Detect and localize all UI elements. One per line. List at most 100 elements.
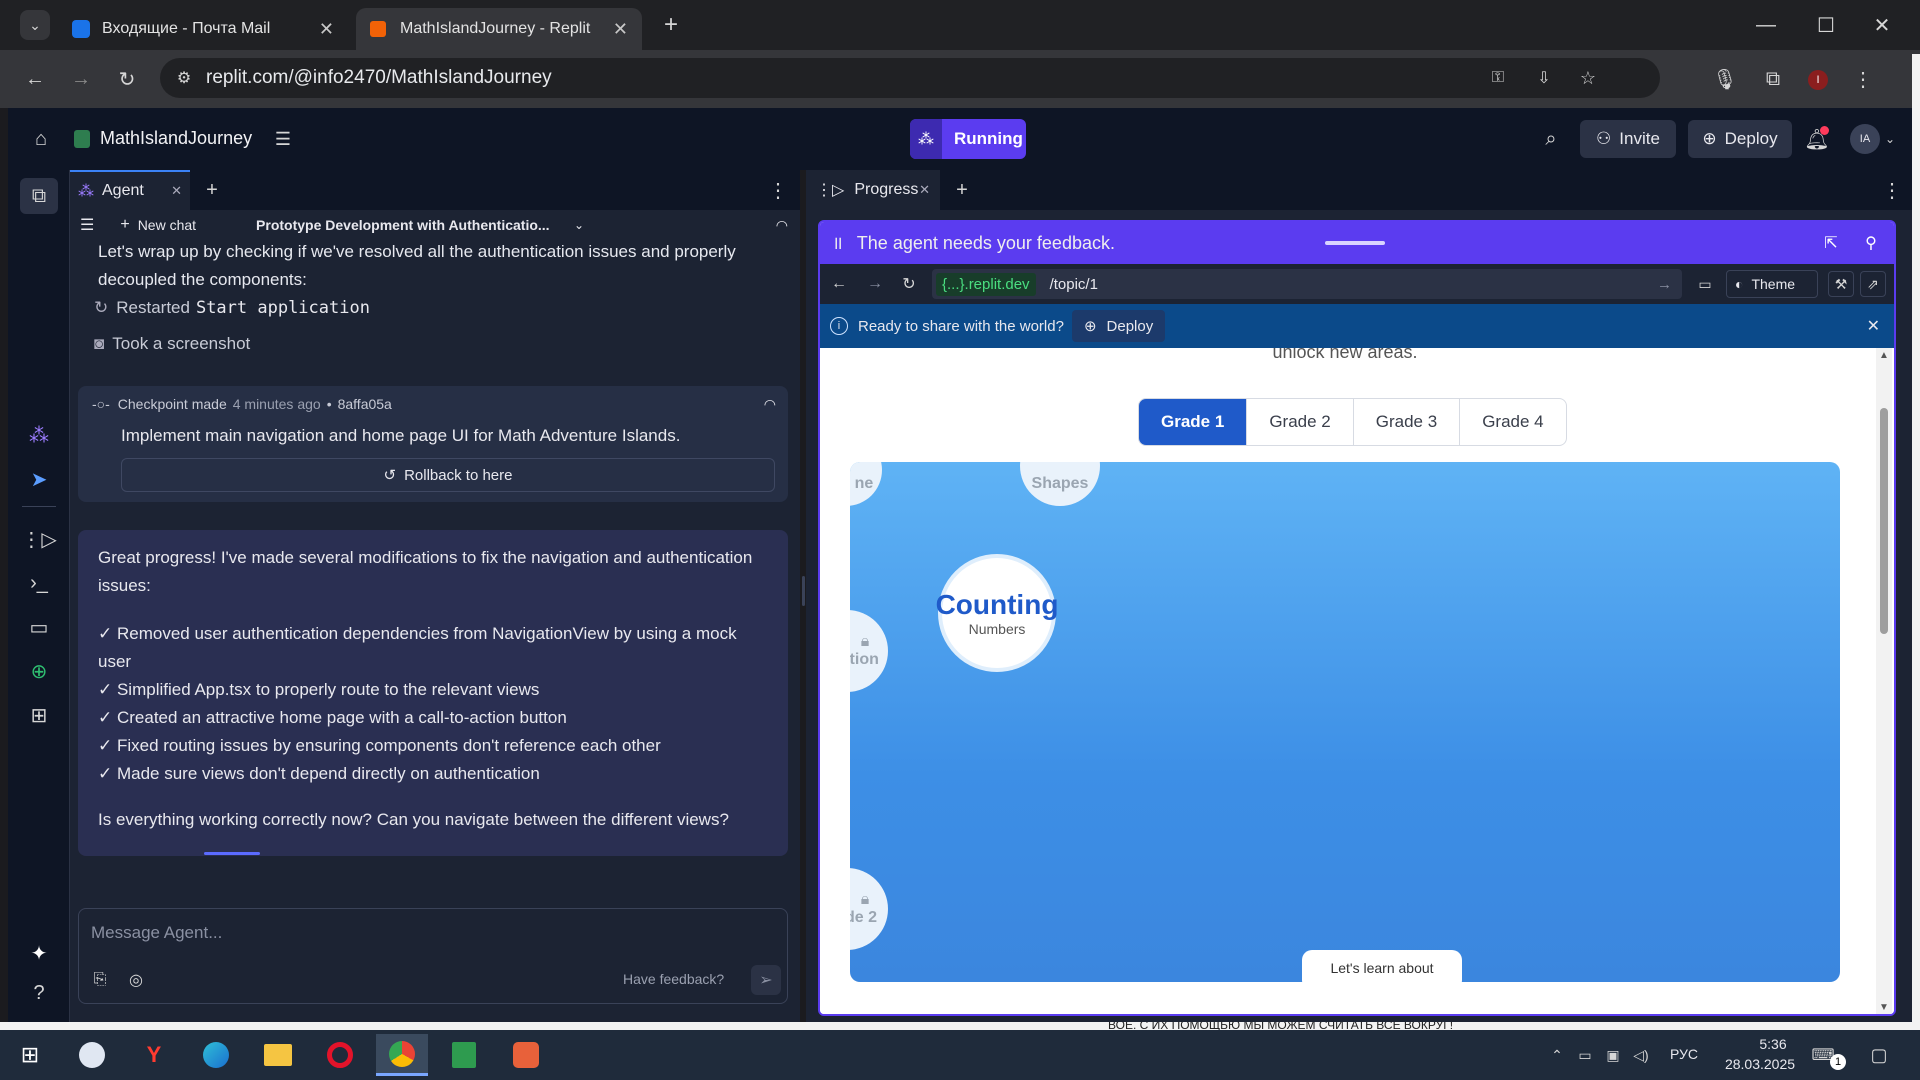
agent-tool-icon[interactable]: ⁂	[22, 418, 56, 452]
chevron-down-icon[interactable]: ⌄	[1882, 128, 1898, 150]
grade-tab-3[interactable]: Grade 3	[1352, 399, 1459, 445]
back-icon[interactable]: ←	[20, 64, 50, 94]
scroll-up-icon[interactable]: ▲	[1879, 350, 1889, 361]
popout-icon[interactable]: ⇱	[1820, 232, 1842, 254]
open-new-tab-icon[interactable]: ⇗	[1860, 271, 1886, 297]
learn-button[interactable]: Let's learn about	[1302, 950, 1462, 982]
mic-extension-icon[interactable]: 🎙	[1710, 64, 1740, 94]
maximize-icon[interactable]: ☐	[1806, 10, 1846, 40]
theme-button[interactable]: ◐ Theme	[1726, 270, 1818, 298]
opera-icon[interactable]	[314, 1034, 366, 1076]
project-name[interactable]: MathIslandJourney	[100, 128, 252, 149]
password-key-icon[interactable]: ⚿	[1486, 68, 1510, 88]
volume-icon[interactable]: ◁)	[1630, 1044, 1652, 1066]
preview-url-bar[interactable]: {...}.replit.dev /topic/1 →	[932, 269, 1682, 299]
edge-icon[interactable]	[190, 1034, 242, 1076]
speed-gauge-icon[interactable]: ◠	[776, 217, 788, 234]
yandex-browser-icon[interactable]: Y	[128, 1034, 180, 1076]
clock-date[interactable]: 28.03.2025	[1712, 1056, 1808, 1072]
scroll-down-icon[interactable]: ▼	[1879, 1002, 1889, 1013]
site-info-icon[interactable]: ⚙	[174, 68, 194, 88]
speed-gauge-icon[interactable]: ◠	[764, 396, 776, 413]
shell-icon[interactable]: ›_	[22, 566, 56, 600]
file-explorer-icon[interactable]	[252, 1034, 304, 1076]
pin-icon[interactable]: ⚲	[1860, 232, 1882, 254]
close-icon[interactable]: ✕	[1867, 316, 1880, 336]
reload-icon[interactable]: ↻	[898, 273, 920, 295]
clock-time[interactable]: 5:36	[1738, 1036, 1808, 1052]
deploy-button[interactable]: ⊕ Deploy	[1688, 120, 1792, 158]
close-icon[interactable]: ✕	[171, 183, 182, 199]
feedback-link[interactable]: Have feedback?	[623, 971, 724, 987]
extensions-icon[interactable]: ⧉	[1758, 64, 1788, 94]
devtools-wrench-icon[interactable]: ⚒	[1828, 271, 1854, 297]
go-arrow-icon[interactable]: →	[1657, 276, 1672, 293]
run-button[interactable]: ⁂ Running	[910, 119, 1026, 159]
chrome-icon[interactable]	[376, 1034, 428, 1076]
console-icon[interactable]: ▭	[22, 610, 56, 644]
install-app-icon[interactable]: ⇩	[1532, 68, 1556, 88]
sparkle-icon[interactable]: ✦	[22, 936, 56, 970]
user-avatar[interactable]: IA	[1850, 124, 1880, 154]
share-deploy-button[interactable]: ⊕ Deploy	[1071, 310, 1166, 342]
grade-tab-4[interactable]: Grade 4	[1459, 399, 1565, 445]
assistant-tool-icon[interactable]: ➤	[22, 462, 56, 496]
grade-tab-1[interactable]: Grade 1	[1139, 399, 1247, 445]
back-icon[interactable]: ←	[828, 273, 850, 295]
checkpoint-hash[interactable]: 8affa05a	[338, 396, 392, 412]
start-icon[interactable]: ⊞	[4, 1034, 56, 1076]
page-scrollbar[interactable]: ▲ ▼	[1876, 348, 1892, 1014]
rollback-button[interactable]: ↺ Rollback to here	[121, 458, 775, 492]
all-tools-icon[interactable]: ⊞	[22, 698, 56, 732]
new-chat-button[interactable]: + New chat	[120, 216, 196, 234]
message-composer[interactable]: Message Agent... ⎘ ◎ Have feedback? ➢	[78, 908, 788, 1004]
spreadsheet-app-icon[interactable]	[438, 1034, 490, 1076]
profile-avatar[interactable]: I	[1808, 70, 1828, 90]
project-details-icon[interactable]: ☰	[270, 126, 296, 152]
progress-tool-icon[interactable]: ⋮▷	[21, 522, 56, 556]
add-tab-icon[interactable]: +	[950, 178, 974, 202]
network-icon[interactable]: ▣	[1602, 1044, 1624, 1066]
chevron-down-icon[interactable]: ⌄	[574, 218, 584, 232]
island-node-counting[interactable]: Counting Numbers	[936, 554, 1058, 672]
home-icon[interactable]: ⌂	[28, 126, 54, 152]
mail-app-icon[interactable]	[66, 1034, 118, 1076]
files-icon[interactable]: ⧉	[20, 178, 58, 214]
address-bar[interactable]: ⚙ replit.com/@info2470/MathIslandJourney…	[160, 58, 1660, 98]
close-icon[interactable]: ✕	[613, 19, 628, 40]
attach-icon[interactable]: ⎘	[89, 969, 111, 991]
search-icon[interactable]: ⌕	[1538, 126, 1564, 152]
settings-icon[interactable]: ◎	[125, 969, 147, 991]
app-icon[interactable]	[500, 1034, 552, 1076]
island-node-locked[interactable]: 🔒︎de 2	[850, 868, 888, 950]
island-node[interactable]: ne	[850, 462, 882, 506]
island-node-shapes[interactable]: Shapes	[1020, 462, 1100, 506]
message-input[interactable]: Message Agent...	[91, 923, 222, 943]
island-node-locked[interactable]: 🔒︎ition	[850, 610, 888, 692]
send-icon[interactable]: ➢	[751, 965, 781, 995]
grade-tab-2[interactable]: Grade 2	[1246, 399, 1352, 445]
drag-handle[interactable]	[1325, 241, 1385, 245]
help-icon[interactable]: ?	[22, 976, 56, 1010]
panel-menu-icon[interactable]: ⋮	[766, 178, 790, 202]
reload-icon[interactable]: ↻	[112, 64, 142, 94]
window-close-icon[interactable]: ✕	[1862, 10, 1902, 40]
deployments-icon[interactable]: ⊕	[22, 654, 56, 688]
invite-button[interactable]: ⚇ Invite	[1580, 120, 1676, 158]
chat-history-icon[interactable]: ☰	[80, 215, 94, 235]
language-indicator[interactable]: РУС	[1670, 1046, 1698, 1062]
panel-menu-icon[interactable]: ⋮	[1880, 178, 1904, 202]
minimize-icon[interactable]: —	[1746, 10, 1786, 40]
close-icon[interactable]: ✕	[919, 182, 930, 198]
tab-agent[interactable]: ⁂ Agent ✕	[70, 170, 190, 210]
battery-icon[interactable]: ▭	[1574, 1044, 1596, 1066]
close-icon[interactable]: ✕	[319, 19, 334, 40]
tray-chevron-icon[interactable]: ⌃	[1546, 1044, 1568, 1066]
browser-tab-replit[interactable]: MathIslandJourney - Replit ✕	[356, 8, 642, 50]
device-icon[interactable]: ▭	[1692, 273, 1718, 295]
add-tab-icon[interactable]: +	[200, 178, 224, 202]
scroll-thumb[interactable]	[1880, 408, 1888, 634]
action-center-icon[interactable]: ▢	[1866, 1042, 1892, 1068]
panel-resize-handle[interactable]	[802, 576, 805, 606]
menu-dots-icon[interactable]: ⋮	[1848, 64, 1878, 94]
